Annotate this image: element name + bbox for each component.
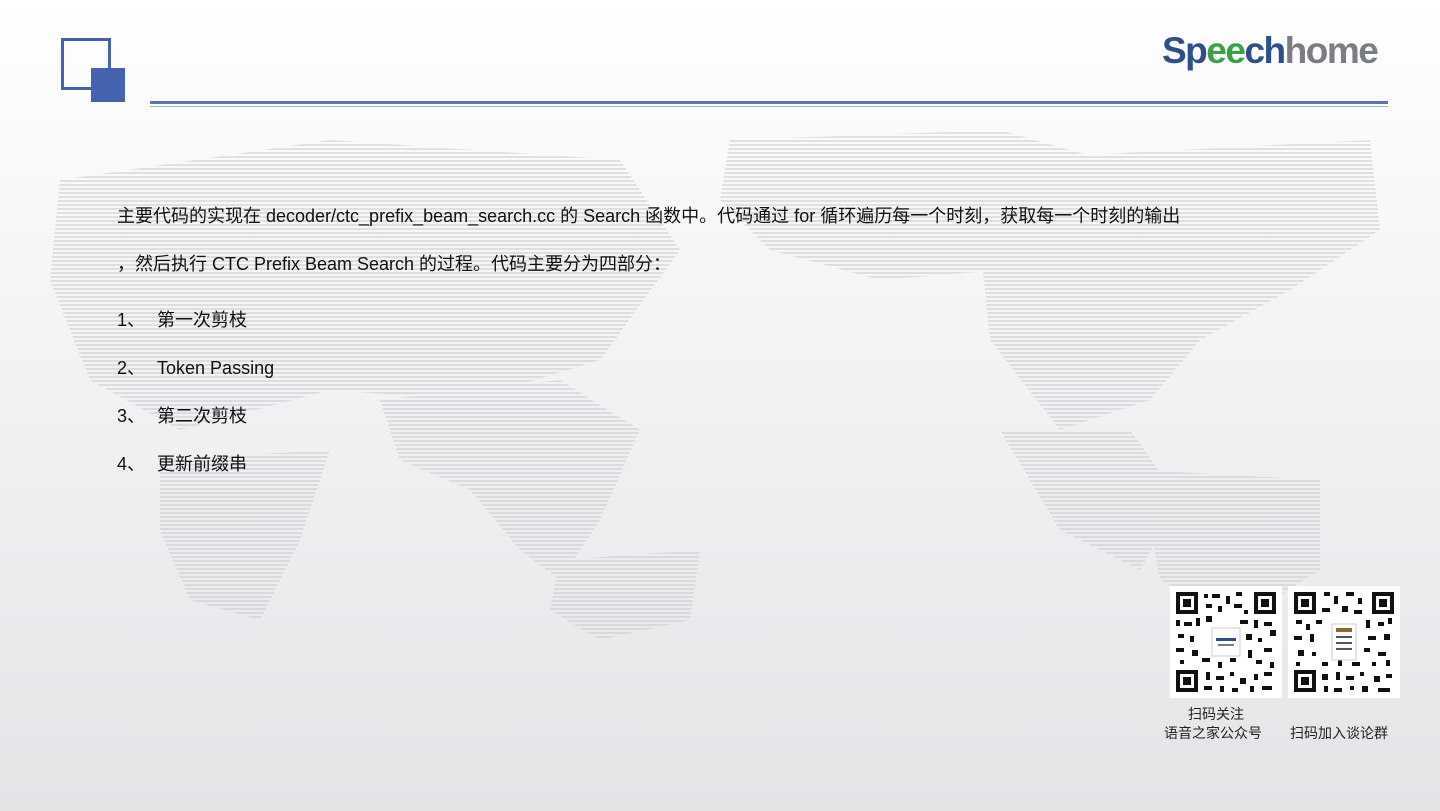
header-divider [150, 101, 1388, 107]
list-item-number: 2、 [117, 358, 146, 378]
list-item-text: 第一次剪枝 [157, 310, 248, 330]
qr1-caption-line1: 扫码关注 [1188, 707, 1244, 723]
list-item-number: 4、 [117, 454, 146, 474]
slide-content: 主要代码的实现在 decoder/ctc_prefix_beam_search.… [117, 192, 1317, 488]
logo-part-home: home [1284, 30, 1379, 71]
logo-part-sp: Sp [1162, 30, 1208, 71]
qr1-caption-line2: 语音之家公众号 [1164, 726, 1262, 742]
qr-code-icon [1170, 586, 1282, 698]
intro-line-1: 主要代码的实现在 decoder/ctc_prefix_beam_search.… [117, 206, 1181, 226]
qr-code-icon [1288, 586, 1400, 698]
list-item: 4、 更新前缀串 [117, 440, 1317, 488]
qr2-caption: 扫码加入谈论群 [1290, 726, 1388, 742]
corner-logo-fill [91, 68, 125, 102]
corner-logo [61, 38, 125, 102]
list-item-number: 1、 [117, 310, 146, 330]
list-item: 1、 第一次剪枝 [117, 296, 1317, 344]
logo-part-ee: ee [1206, 30, 1246, 71]
list-item-text: Token Passing [157, 358, 275, 378]
speechhome-logo: Speechhome [1162, 30, 1379, 72]
intro-line-2: ，然后执行 CTC Prefix Beam Search 的过程。代码主要分为四… [117, 254, 672, 274]
logo-part-ch: ch [1244, 30, 1286, 71]
list-item-text: 更新前缀串 [157, 454, 248, 474]
list-item-number: 3、 [117, 406, 146, 426]
list-item-text: 第二次剪枝 [157, 406, 248, 426]
intro-paragraph: 主要代码的实现在 decoder/ctc_prefix_beam_search.… [117, 192, 1317, 288]
list-item: 2、 Token Passing [117, 344, 1317, 392]
list-item: 3、 第二次剪枝 [117, 392, 1317, 440]
qr-section: 扫码关注 语音之家公众号 扫码加入谈论群 [1160, 586, 1420, 756]
steps-list: 1、 第一次剪枝 2、 Token Passing 3、 第二次剪枝 4、 更新前缀串 [117, 296, 1317, 488]
